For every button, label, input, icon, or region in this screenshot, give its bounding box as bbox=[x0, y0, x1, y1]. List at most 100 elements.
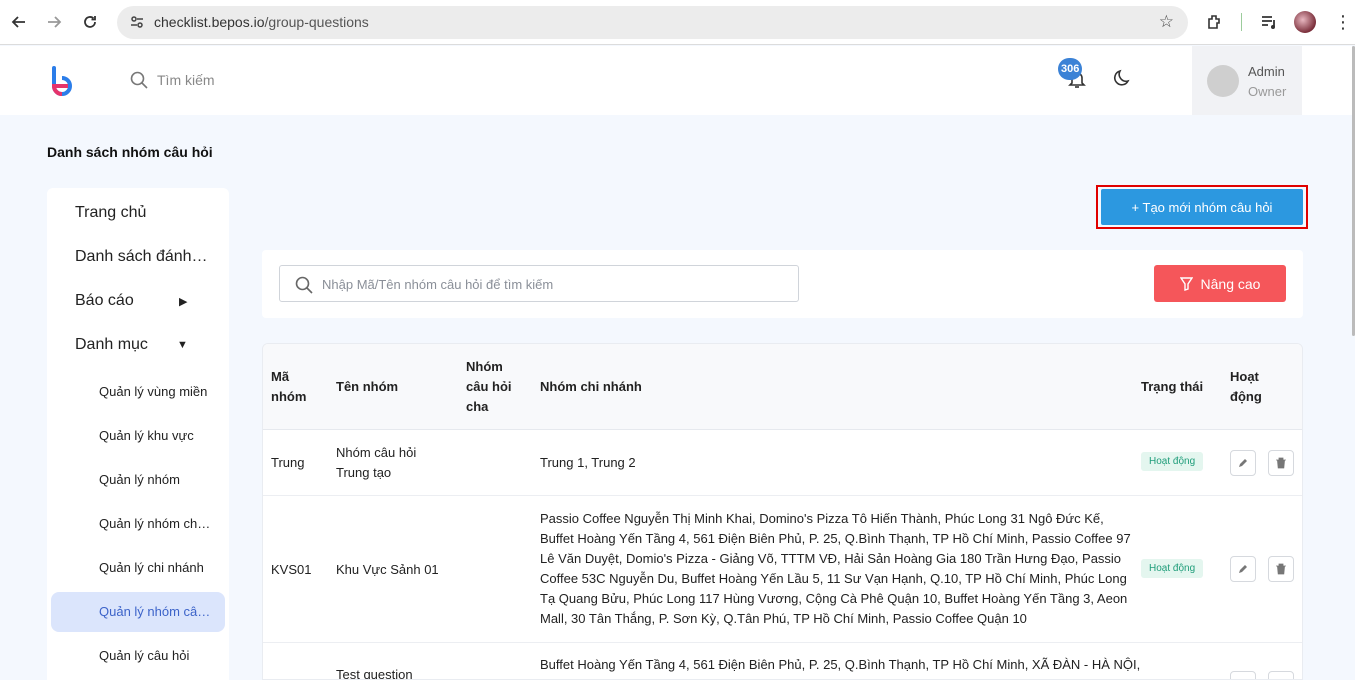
search-field[interactable] bbox=[279, 265, 799, 302]
cell-branches-line: Coffee 53C Nguyễn Du, Buffet Hoàng Yến L… bbox=[540, 571, 1127, 586]
search-icon bbox=[130, 71, 148, 89]
table-row[interactable]: Test question Buffet Hoàng Yến Tầng 4, 5… bbox=[263, 643, 1302, 680]
address-bar[interactable]: checklist.bepos.io/group-questions ☆ bbox=[117, 6, 1188, 39]
toolbar-divider bbox=[1241, 13, 1242, 31]
delete-button[interactable] bbox=[1268, 450, 1294, 476]
cell-code: KVS01 bbox=[271, 562, 312, 577]
sidebar-subitem-questions[interactable]: Quản lý câu hỏi bbox=[51, 636, 225, 676]
bepos-logo[interactable] bbox=[49, 64, 75, 98]
column-header-branch-group[interactable]: Nhóm chi nhánh bbox=[540, 377, 642, 397]
header-search[interactable]: Tìm kiếm bbox=[130, 71, 215, 89]
edit-button[interactable] bbox=[1230, 556, 1256, 582]
avatar bbox=[1207, 65, 1239, 97]
sidebar-subitem-areas[interactable]: Quản lý khu vực bbox=[51, 416, 225, 456]
cell-name-line: Nhóm câu hỏi bbox=[336, 445, 417, 460]
browser-toolbar: checklist.bepos.io/group-questions ☆ ⋮ bbox=[0, 0, 1355, 45]
sidebar-subitem-groups[interactable]: Quản lý nhóm bbox=[51, 460, 225, 500]
pencil-icon bbox=[1239, 459, 1247, 467]
profile-avatar[interactable] bbox=[1294, 11, 1316, 33]
cell-branches-line: Lê Văn Duyệt, Domio's Pizza - Giảng Võ, … bbox=[540, 551, 1122, 566]
sidebar-subitem-label: Quản lý nhóm bbox=[99, 472, 180, 487]
sidebar-item-evaluations[interactable]: Danh sách đánh giá bbox=[75, 248, 211, 266]
column-header-name[interactable]: Tên nhóm bbox=[336, 377, 398, 397]
app-header: Tìm kiếm 306 Admin Owner bbox=[0, 46, 1352, 115]
sidebar-subitem-label: Quản lý khu vực bbox=[99, 428, 194, 443]
search-icon bbox=[295, 276, 313, 294]
filter-icon bbox=[1179, 276, 1193, 291]
advanced-filter-button[interactable]: Nâng cao bbox=[1154, 265, 1286, 302]
reload-icon[interactable] bbox=[79, 11, 101, 33]
cell-code: Trung bbox=[271, 455, 305, 470]
sidebar-subitem-label: Quản lý chi nhánh bbox=[99, 560, 204, 575]
sidebar-subitem-label: Quản lý câu hỏi bbox=[99, 648, 190, 663]
cell-name: Khu Vực Sảnh 01 bbox=[336, 562, 439, 577]
column-header-action[interactable]: Hoạt động bbox=[1230, 367, 1262, 407]
column-header-text: cha bbox=[466, 399, 489, 414]
cell-branches: Passio Coffee Nguyễn Thị Minh Khai, Domi… bbox=[540, 509, 1135, 629]
column-header-text: nhóm bbox=[271, 389, 307, 404]
column-header-status[interactable]: Trạng thái bbox=[1141, 377, 1203, 397]
moon-icon[interactable] bbox=[1113, 68, 1133, 88]
extensions-icon[interactable] bbox=[1205, 12, 1225, 32]
status-badge: Hoạt động bbox=[1141, 452, 1204, 471]
edit-button[interactable] bbox=[1230, 450, 1256, 476]
caret-right-icon[interactable]: ▶ bbox=[179, 295, 187, 308]
column-header-text: câu hỏi bbox=[466, 379, 512, 394]
column-header-parent[interactable]: Nhóm câu hỏi cha bbox=[466, 357, 512, 417]
bookmark-star-icon[interactable]: ☆ bbox=[1159, 12, 1174, 32]
pencil-icon bbox=[1239, 565, 1247, 573]
sidebar-subitem-label: Quản lý nhóm chi nhánh bbox=[99, 516, 211, 531]
sidebar-subitem-label: Quản lý vùng miền bbox=[99, 384, 208, 399]
cell-branches: Buffet Hoàng Yến Tầng 4, 561 Điện Biên P… bbox=[540, 657, 1141, 672]
media-control-icon[interactable] bbox=[1259, 12, 1279, 32]
sidebar-item-reports[interactable]: Báo cáo bbox=[75, 292, 211, 310]
column-header-text: động bbox=[1230, 389, 1262, 404]
cell-branches-line: Mall, 30 Tân Thắng, P. Sơn Kỳ, Q.Tân Phú… bbox=[540, 611, 1027, 626]
cell-branches-line: Passio Coffee Nguyễn Thị Minh Khai, Domi… bbox=[540, 511, 1104, 526]
sidebar-subitem-branch-groups[interactable]: Quản lý nhóm chi nhánh bbox=[51, 504, 225, 544]
delete-button[interactable] bbox=[1268, 671, 1294, 679]
trash-icon bbox=[1276, 457, 1286, 469]
user-name: Admin bbox=[1248, 64, 1285, 79]
cell-branches-line: Tạ Quang Bửu, Phúc Long 117 Hùng Vương, … bbox=[540, 591, 1128, 606]
filter-panel: Nâng cao bbox=[262, 250, 1303, 318]
table-row[interactable]: KVS01 Khu Vực Sảnh 01 Passio Coffee Nguy… bbox=[263, 496, 1302, 643]
edit-button[interactable] bbox=[1230, 671, 1256, 679]
cell-name: Test question bbox=[336, 667, 413, 680]
cell-name: Nhóm câu hỏi Trung tạo bbox=[336, 443, 416, 483]
url-text: checklist.bepos.io/group-questions bbox=[154, 14, 369, 30]
create-question-group-button[interactable]: + Tạo mới nhóm câu hỏi bbox=[1101, 189, 1303, 225]
column-header-text: Hoạt bbox=[1230, 369, 1259, 384]
back-icon[interactable] bbox=[8, 11, 30, 33]
sidebar: Trang chủ Danh sách đánh giá Báo cáo ▶ D… bbox=[47, 188, 229, 680]
table-header: Mã nhóm Tên nhóm Nhóm câu hỏi cha Nhóm c… bbox=[263, 344, 1302, 430]
sidebar-item-catalog[interactable]: Danh mục bbox=[75, 336, 211, 354]
cell-name-line: Trung tạo bbox=[336, 465, 392, 480]
page-title: Danh sách nhóm câu hỏi bbox=[47, 144, 213, 160]
delete-button[interactable] bbox=[1268, 556, 1294, 582]
forward-icon[interactable] bbox=[43, 11, 65, 33]
advanced-filter-label: Nâng cao bbox=[1200, 275, 1261, 292]
caret-down-icon[interactable]: ▼ bbox=[177, 339, 188, 351]
sidebar-item-home[interactable]: Trang chủ bbox=[75, 204, 211, 222]
sidebar-subitem-question-groups[interactable]: Quản lý nhóm câu hỏi bbox=[51, 592, 225, 632]
trash-icon bbox=[1276, 563, 1286, 575]
status-badge: Hoạt động bbox=[1141, 559, 1204, 578]
header-search-placeholder: Tìm kiếm bbox=[157, 72, 215, 88]
cell-branches-line: Buffet Hoàng Yến Tầng 4, 561 Điện Biên P… bbox=[540, 531, 1131, 546]
column-header-text: Nhóm bbox=[466, 359, 503, 374]
sidebar-subitem-branches[interactable]: Quản lý chi nhánh bbox=[51, 548, 225, 588]
site-settings-icon[interactable] bbox=[129, 14, 145, 30]
table-row[interactable]: Trung Nhóm câu hỏi Trung tạo Trung 1, Tr… bbox=[263, 430, 1302, 496]
user-menu[interactable]: Admin Owner bbox=[1192, 46, 1302, 115]
column-header-text: Mã bbox=[271, 369, 290, 384]
notification-badge[interactable]: 306 bbox=[1058, 58, 1083, 80]
browser-menu-icon[interactable]: ⋮ bbox=[1334, 11, 1352, 33]
sidebar-subitem-label: Quản lý nhóm câu hỏi bbox=[99, 604, 211, 619]
cell-branches: Trung 1, Trung 2 bbox=[540, 455, 636, 470]
sidebar-subitem-regions[interactable]: Quản lý vùng miền bbox=[51, 372, 225, 412]
column-header-code[interactable]: Mã nhóm bbox=[271, 367, 306, 407]
user-role: Owner bbox=[1248, 84, 1287, 99]
question-group-table: Mã nhóm Tên nhóm Nhóm câu hỏi cha Nhóm c… bbox=[262, 343, 1303, 680]
search-input[interactable] bbox=[322, 274, 782, 294]
